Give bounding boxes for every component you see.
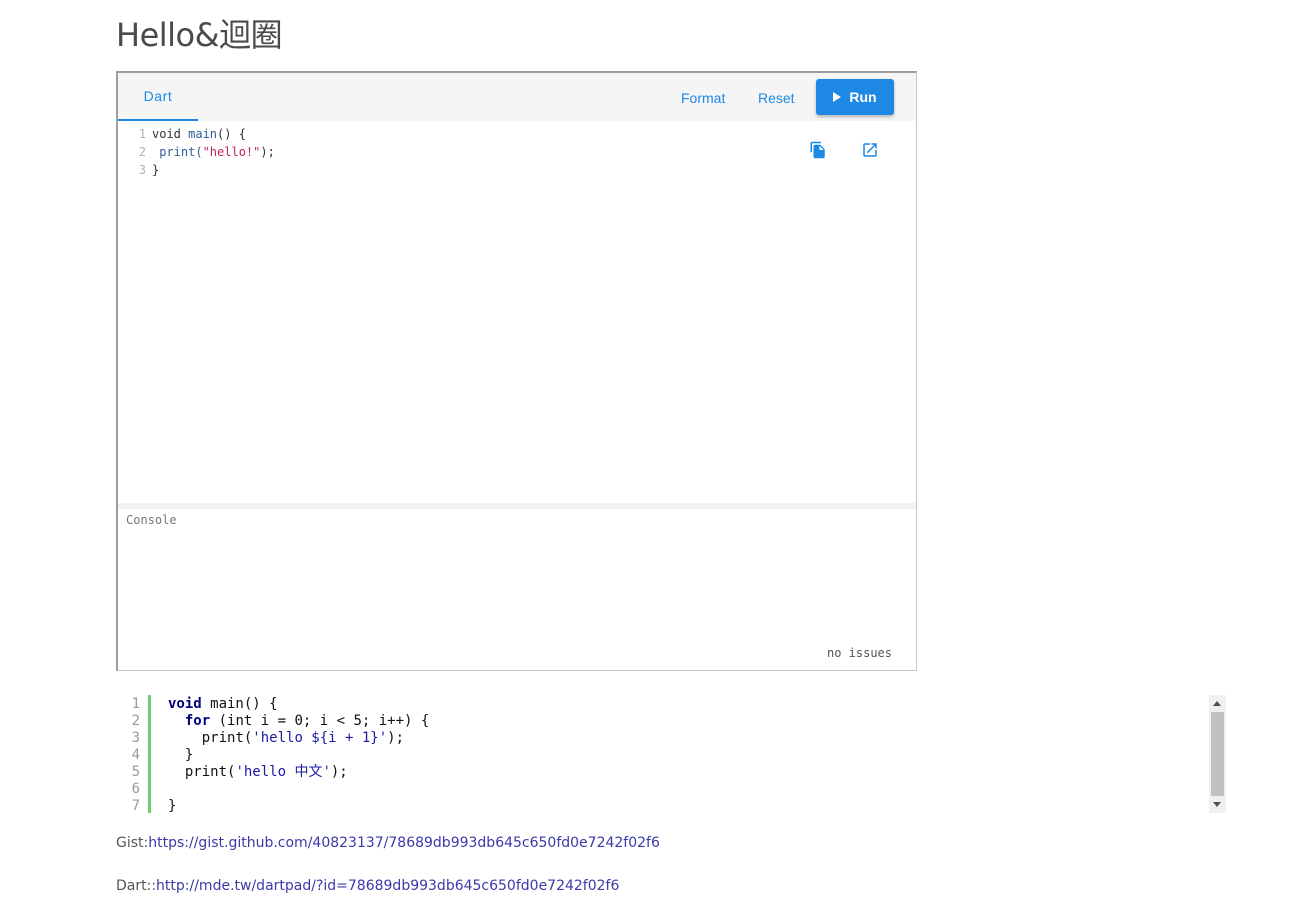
code-block-line-number: 3 xyxy=(131,730,140,746)
dartpad-embed: Dart Format Reset Run 1 void main() { 2 pr… xyxy=(116,71,917,671)
code-token: () { xyxy=(217,127,246,141)
play-icon xyxy=(833,92,842,102)
code-token: } xyxy=(168,798,177,814)
code-token: for xyxy=(184,713,211,729)
code-token: } xyxy=(168,747,194,763)
code-block-line: print('hello 中文'); xyxy=(168,764,348,781)
code-block-line: for (int i = 0; i < 5; i++) { xyxy=(168,713,429,730)
editor-line-number: 1 xyxy=(138,127,146,141)
code-block-line-number: 2 xyxy=(131,713,140,729)
gist-link[interactable]: https://gist.github.com/40823137/78689db… xyxy=(148,835,660,851)
editor-line-number: 3 xyxy=(138,163,146,177)
code-block-line-number: 7 xyxy=(131,798,140,814)
line-number-gutter: 1234567 xyxy=(116,695,151,814)
dart-prefix: Dart:: xyxy=(116,878,157,894)
console-panel: Console no issues xyxy=(118,509,916,670)
editor-line-number: 2 xyxy=(138,145,146,159)
issues-status: no issues xyxy=(826,646,892,660)
scroll-up-arrow-icon[interactable] xyxy=(1213,701,1221,706)
code-block-line: } xyxy=(168,798,176,815)
code-token: main xyxy=(188,127,218,141)
editor-line[interactable]: 2 print("hello!"); xyxy=(118,143,275,161)
scroll-down-arrow-icon[interactable] xyxy=(1213,802,1221,807)
code-block-line-number: 6 xyxy=(131,781,140,797)
run-button[interactable]: Run xyxy=(816,79,894,115)
code-token: 'hello 中文' xyxy=(235,764,331,780)
code-block: 1234567 void main() { for (int i = 0; i … xyxy=(116,695,1226,815)
code-block-line-number: 4 xyxy=(131,747,140,763)
code-block-line-number: 1 xyxy=(131,696,140,712)
code-token: ); xyxy=(387,730,405,746)
code-editor[interactable]: 1 void main() {2 print("hello!"); 3} xyxy=(118,121,916,503)
code-block-line: print('hello ${i + 1}'); xyxy=(168,730,404,747)
code-block-scrollbar[interactable] xyxy=(1209,695,1226,813)
code-token: ); xyxy=(330,764,348,780)
run-button-label: Run xyxy=(849,89,877,105)
dart-link-line: Dart::http://mde.tw/dartpad/?id=78689db9… xyxy=(116,878,619,894)
dartpad-header: Dart Format Reset Run xyxy=(118,73,916,121)
code-token: ); xyxy=(260,145,275,159)
editor-line[interactable]: 3} xyxy=(118,161,159,179)
code-token: (int i = 0; i < 5; i++) { xyxy=(210,713,430,729)
tab-dart[interactable]: Dart xyxy=(118,73,198,121)
code-token: 'hello ${i + 1}' xyxy=(252,730,388,746)
page-title: Hello&迴圈 xyxy=(116,16,283,54)
gist-prefix: Gist: xyxy=(116,835,149,851)
reset-button[interactable]: Reset xyxy=(758,85,795,111)
scroll-thumb[interactable] xyxy=(1211,712,1224,796)
console-label: Console xyxy=(126,513,177,527)
code-token: main() { xyxy=(201,696,278,712)
code-token: void xyxy=(152,127,189,141)
editor-line[interactable]: 1 void main() { xyxy=(118,125,246,143)
code-token: print( xyxy=(152,145,203,159)
gist-link-line: Gist:https://gist.github.com/40823137/78… xyxy=(116,835,660,851)
code-token: void xyxy=(168,696,202,712)
open-in-new-icon[interactable] xyxy=(861,141,879,159)
copy-icon[interactable] xyxy=(809,141,827,159)
code-block-line: void main() { xyxy=(168,696,278,713)
code-block-line: } xyxy=(168,747,193,764)
code-token: "hello!" xyxy=(202,145,261,159)
code-token: } xyxy=(152,163,160,177)
code-block-line-number: 5 xyxy=(131,764,140,780)
code-token: print( xyxy=(168,764,236,780)
code-token: print( xyxy=(168,730,253,746)
dartpad-link[interactable]: http://mde.tw/dartpad/?id=78689db993db64… xyxy=(156,878,619,894)
format-button[interactable]: Format xyxy=(681,85,725,111)
